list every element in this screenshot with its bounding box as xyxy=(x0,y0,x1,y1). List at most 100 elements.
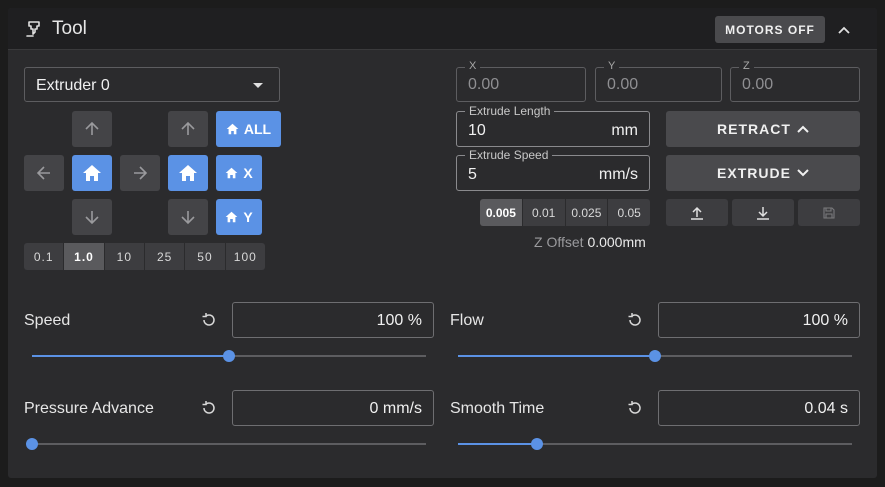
home-x-label: X xyxy=(243,165,253,181)
flow-input[interactable]: 100 % xyxy=(658,302,860,338)
home-icon xyxy=(226,123,239,135)
slider-fill xyxy=(458,355,655,357)
x-position-value: 0.00 xyxy=(468,76,500,93)
home-icon xyxy=(225,167,238,179)
slider-thumb[interactable] xyxy=(649,350,661,362)
extruder-icon xyxy=(26,21,40,37)
motors-off-button[interactable]: MOTORS OFF xyxy=(715,16,825,43)
z-position-field: Z 0.00 xyxy=(730,60,860,102)
jog-y-minus-button[interactable] xyxy=(72,199,112,235)
speed-slider[interactable] xyxy=(32,349,426,363)
y-position-label: Y xyxy=(604,60,620,72)
step-option-selected[interactable]: 1.0 xyxy=(64,243,105,270)
y-position-value: 0.00 xyxy=(607,76,639,93)
extruder-select[interactable]: Extruder 0 xyxy=(24,67,280,102)
slider-fill xyxy=(32,355,229,357)
home-xy-button[interactable] xyxy=(72,155,112,191)
y-position-field: Y 0.00 xyxy=(595,60,722,102)
x-position-label: X xyxy=(465,60,481,72)
z-step-option[interactable]: 0.01 xyxy=(522,199,566,226)
jog-z-plus-button[interactable] xyxy=(168,111,208,147)
arrow-left-icon xyxy=(36,166,50,180)
extrude-length-value: 10 xyxy=(468,122,486,139)
flow-value: 100 % xyxy=(802,312,848,329)
slider-track xyxy=(32,443,426,445)
extrude-speed-unit: mm/s xyxy=(598,166,638,183)
z-step-option-selected[interactable]: 0.005 xyxy=(480,199,523,226)
home-y-label: Y xyxy=(243,209,253,225)
z-offset-save-button[interactable] xyxy=(798,199,860,226)
reset-icon[interactable] xyxy=(201,400,217,416)
flow-slider[interactable] xyxy=(458,349,852,363)
home-x-button[interactable]: X xyxy=(216,155,262,191)
step-option[interactable]: 0.1 xyxy=(24,243,65,270)
card-header: Tool MOTORS OFF xyxy=(8,8,877,50)
slider-thumb[interactable] xyxy=(530,438,543,450)
smooth-time-value: 0.04 s xyxy=(804,400,848,417)
flow-label: Flow xyxy=(450,312,484,329)
arrow-up-icon xyxy=(181,121,195,135)
slider-fill xyxy=(458,443,537,445)
extrude-button[interactable]: EXTRUDE xyxy=(666,155,860,191)
reset-icon[interactable] xyxy=(627,400,643,416)
speed-input[interactable]: 100 % xyxy=(232,302,434,338)
z-offset-display: Z Offset 0.000mm xyxy=(534,234,646,250)
step-option[interactable]: 100 xyxy=(225,243,265,270)
smooth-time-slider[interactable] xyxy=(458,437,852,451)
jog-x-minus-button[interactable] xyxy=(24,155,64,191)
step-option[interactable]: 25 xyxy=(144,243,186,270)
caret-down-icon xyxy=(253,83,263,88)
jog-x-plus-button[interactable] xyxy=(120,155,160,191)
step-distance-selector: 0.1 1.0 10 25 50 100 xyxy=(24,243,265,270)
smooth-time-input[interactable]: 0.04 s xyxy=(658,390,860,426)
home-z-button[interactable] xyxy=(168,155,208,191)
speed-label: Speed xyxy=(24,312,71,329)
home-icon xyxy=(179,165,197,181)
slider-thumb[interactable] xyxy=(26,438,38,450)
reset-icon[interactable] xyxy=(627,312,643,328)
step-option[interactable]: 10 xyxy=(104,243,145,270)
pressure-advance-slider[interactable] xyxy=(26,437,426,451)
collapse-button[interactable] xyxy=(830,16,858,43)
pressure-advance-input[interactable]: 0 mm/s xyxy=(232,390,434,426)
home-icon xyxy=(225,211,238,223)
home-all-label: ALL xyxy=(243,121,272,137)
arrow-right-icon xyxy=(134,166,148,180)
z-position-label: Z xyxy=(739,60,754,72)
z-offset-step-selector: 0.005 0.01 0.025 0.05 xyxy=(480,199,650,226)
card-title: Tool xyxy=(52,18,87,39)
z-offset-value: 0.000mm xyxy=(587,234,646,250)
extrude-speed-input[interactable]: Extrude Speed 5 mm/s xyxy=(456,148,650,191)
download-arrow-icon xyxy=(757,206,769,220)
speed-value: 100 % xyxy=(376,312,422,329)
z-offset-label: Z Offset xyxy=(534,234,584,250)
slider-thumb[interactable] xyxy=(223,350,235,362)
save-icon xyxy=(823,206,835,219)
chevron-down-icon xyxy=(797,169,809,177)
chevron-up-icon xyxy=(797,125,809,133)
jog-z-minus-button[interactable] xyxy=(168,199,208,235)
upload-arrow-icon xyxy=(691,206,703,220)
home-all-button[interactable]: ALL xyxy=(216,111,281,147)
pressure-advance-value: 0 mm/s xyxy=(369,400,422,417)
extrude-length-label: Extrude Length xyxy=(465,104,555,118)
extruder-select-value: Extruder 0 xyxy=(36,77,110,94)
smooth-time-label: Smooth Time xyxy=(450,400,545,417)
z-step-option[interactable]: 0.025 xyxy=(565,199,609,226)
home-icon xyxy=(83,165,101,181)
reset-icon[interactable] xyxy=(201,312,217,328)
z-step-option[interactable]: 0.05 xyxy=(608,199,650,226)
chevron-up-icon xyxy=(838,26,850,34)
arrow-down-icon xyxy=(85,211,99,225)
step-option[interactable]: 50 xyxy=(185,243,226,270)
extrude-length-input[interactable]: Extrude Length 10 mm xyxy=(456,104,650,147)
retract-button[interactable]: RETRACT xyxy=(666,111,860,147)
extrude-label: EXTRUDE xyxy=(717,165,791,181)
z-position-value: 0.00 xyxy=(742,76,774,93)
z-offset-up-button[interactable] xyxy=(666,199,728,226)
jog-y-plus-button[interactable] xyxy=(72,111,112,147)
home-y-button[interactable]: Y xyxy=(216,199,262,235)
z-offset-down-button[interactable] xyxy=(732,199,794,226)
arrow-up-icon xyxy=(85,121,99,135)
extrude-length-unit: mm xyxy=(611,122,638,139)
